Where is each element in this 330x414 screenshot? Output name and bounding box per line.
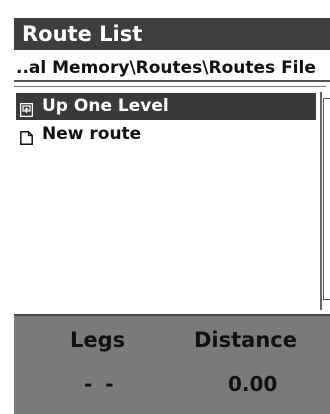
list-item-new-route[interactable]: New route bbox=[16, 121, 316, 148]
legs-value: - - bbox=[84, 372, 117, 396]
document-icon bbox=[20, 127, 33, 145]
distance-value: 0.00 bbox=[228, 372, 278, 396]
scrollbar-thumb[interactable] bbox=[323, 98, 330, 300]
distance-label: Distance bbox=[194, 328, 297, 352]
list-scrollbar[interactable] bbox=[320, 92, 330, 310]
route-list-screen: Route List ..al Memory\Routes\Routes Fil… bbox=[0, 0, 330, 414]
window-title: Route List bbox=[14, 18, 330, 50]
folder-up-icon bbox=[19, 99, 34, 118]
list-item-up-one-level[interactable]: Up One Level bbox=[16, 93, 316, 120]
list-item-label: Up One Level bbox=[42, 96, 169, 116]
legs-label: Legs bbox=[70, 328, 126, 352]
list-item-label: New route bbox=[42, 124, 142, 144]
route-file-list: Up One Level New route bbox=[14, 86, 326, 312]
route-summary-panel: Legs Distance - - 0.00 bbox=[14, 314, 330, 414]
current-path: ..al Memory\Routes\Routes File bbox=[14, 54, 330, 82]
